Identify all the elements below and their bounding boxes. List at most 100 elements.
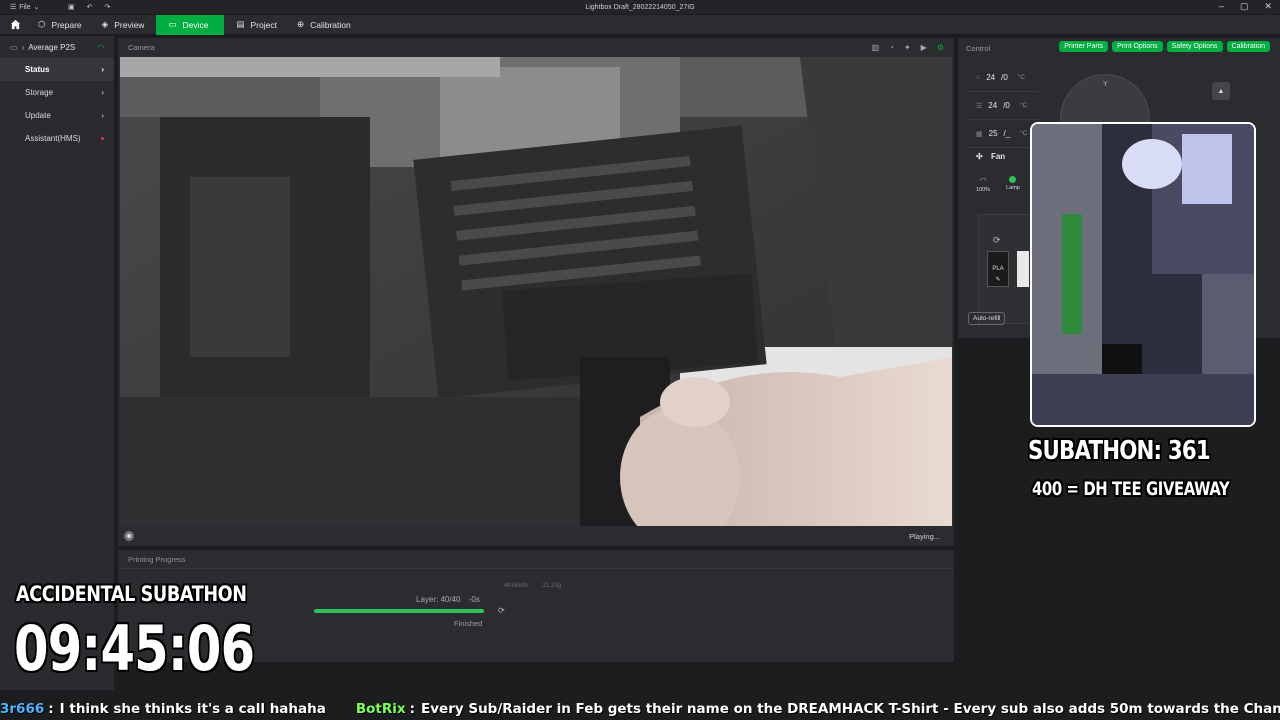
wifi-icon: ◠	[97, 42, 105, 52]
main-tabs: ⬡ Prepare ◈ Preview ▭ Device ▤ Project ⊕…	[0, 14, 1280, 35]
sd-card-icon[interactable]: ▥	[872, 43, 880, 52]
ams-slot-filament: PLA	[992, 266, 1004, 272]
chat-separator: :	[48, 700, 54, 717]
tab-preview[interactable]: ◈ Preview	[94, 15, 157, 35]
snapshot-button[interactable]	[124, 531, 134, 541]
chat-username: 3r666	[0, 700, 45, 717]
giveaway-goal: 400 = DH TEE GIVEAWAY	[1032, 478, 1230, 500]
lamp-label: Lamp	[1006, 185, 1020, 191]
chevron-right-icon: ›	[101, 65, 104, 74]
temp-target: /0	[1003, 101, 1010, 110]
light-icon[interactable]: ✦	[904, 43, 911, 52]
ams-slot-1[interactable]: PLA ✎	[987, 251, 1009, 287]
chevron-right-icon: ›	[21, 42, 25, 52]
cube-icon: ⬡	[38, 19, 46, 29]
layer-count: Layer: 40/40	[416, 595, 461, 604]
auto-refill-button[interactable]: Auto-refill	[968, 312, 1006, 325]
temp-target: /_	[1003, 129, 1011, 138]
nozzle-icon: ⌂	[976, 74, 981, 81]
tab-calibration[interactable]: ⊕ Calibration	[289, 15, 363, 35]
print-options-button[interactable]: Print Options	[1112, 41, 1163, 52]
progress-bar	[314, 609, 484, 613]
fan-speed: 100%	[976, 187, 991, 193]
part-fan[interactable]: ◠ 100%	[976, 176, 990, 193]
minimize-icon[interactable]: –	[1219, 1, 1224, 12]
temp-value: 24	[986, 73, 996, 82]
timelapse-icon[interactable]: ◔	[889, 43, 894, 52]
temp-target: /0	[1001, 73, 1008, 82]
printer-icon: ▭	[10, 42, 18, 52]
chat-separator: :	[409, 700, 416, 717]
ams-slot-2[interactable]	[1017, 251, 1029, 287]
sidebar-item-assistant[interactable]: Assistant(HMS)	[0, 127, 114, 150]
camera-feed-image	[120, 57, 952, 526]
tab-project[interactable]: ▤ Project	[228, 15, 289, 35]
z-up-button[interactable]: ▲	[1212, 82, 1230, 100]
tab-preview-label: Preview	[114, 19, 145, 30]
jog-y-up-icon: Y	[1103, 81, 1108, 88]
layer-indicator: Layer: 40/40 -0s	[416, 595, 480, 604]
record-icon[interactable]: ▶	[921, 43, 927, 52]
tab-prepare[interactable]: ⬡ Prepare	[30, 15, 94, 35]
print-status: Finished	[454, 619, 483, 628]
fan-section[interactable]: ✣ Fan	[976, 152, 1005, 161]
streamer-webcam	[1030, 122, 1256, 427]
edit-icon: ✎	[995, 277, 1001, 283]
fan-speed-icon: ◠	[979, 176, 987, 185]
progress-bar-fill	[314, 609, 484, 613]
menu-icon: ☰	[10, 4, 17, 11]
sidebar-item-label: Storage	[25, 88, 54, 97]
temp-value: 24	[988, 101, 998, 110]
bed-icon: ☰	[976, 102, 983, 110]
tab-project-label: Project	[250, 19, 277, 30]
safety-options-button[interactable]: Safety Options	[1166, 41, 1223, 52]
window-title: Lightbox Draft_28022214050_27IG	[585, 3, 695, 11]
temp-unit: °C	[1019, 102, 1028, 109]
save-icon[interactable]: ▣	[68, 3, 75, 11]
chat-ticker: 3r666 : I think she thinks it's a call h…	[0, 697, 1280, 720]
chamber-icon: ▦	[976, 130, 983, 138]
calibration-button[interactable]: Calibration	[1226, 41, 1270, 52]
maximize-icon[interactable]: ▢	[1240, 1, 1249, 12]
printer-selector[interactable]: ▭ › Average P2S ◠	[0, 36, 114, 58]
lamp-toggle[interactable]: Lamp	[1006, 176, 1020, 193]
bed-temp[interactable]: ☰ 24 /0 °C	[966, 92, 1038, 120]
print-time: 4h16m9s	[504, 583, 529, 589]
undo-icon[interactable]: ↶	[87, 3, 93, 11]
chamber-temp[interactable]: ▦ 25 /_ °C	[966, 120, 1038, 148]
sidebar-item-storage[interactable]: Storage ›	[0, 81, 114, 104]
camera-status: Playing...	[909, 531, 940, 541]
home-icon	[10, 19, 20, 30]
chat-username: BotRix	[355, 700, 406, 717]
temp-unit: °C	[1017, 74, 1026, 81]
nozzle-temp[interactable]: ⌂ 24 /0 °C	[966, 64, 1038, 92]
sidebar-item-status[interactable]: Status ›	[0, 58, 114, 81]
calibration-icon: ⊕	[296, 19, 305, 29]
fan-label: Fan	[990, 152, 1006, 161]
chat-message: Every Sub/Raider in Feb gets their name …	[421, 700, 1280, 717]
sidebar-item-update[interactable]: Update ›	[0, 104, 114, 127]
file-menu[interactable]: ☰ File ⌄	[0, 3, 60, 12]
ams-refresh-icon[interactable]: ⟳	[993, 235, 1001, 246]
temp-unit: °C	[1020, 130, 1028, 137]
printer-parts-button[interactable]: Printer Parts	[1059, 41, 1109, 52]
home-button[interactable]	[0, 15, 30, 35]
webcam-image	[1032, 124, 1254, 425]
device-icon: ▭	[168, 19, 177, 29]
sidebar-item-label: Status	[25, 65, 50, 74]
subathon-timer: 09:45:06	[14, 612, 255, 685]
close-icon[interactable]: ✕	[1264, 1, 1272, 12]
sidebar-item-label: Update	[25, 111, 51, 120]
chevron-down-icon: ⌄	[33, 4, 40, 11]
camera-title: Camera	[128, 42, 155, 52]
tab-device[interactable]: ▭ Device	[156, 14, 225, 35]
reprint-icon[interactable]: ⟳	[498, 606, 505, 615]
redo-icon[interactable]: ↷	[105, 3, 111, 11]
title-bar: ☰ File ⌄ ▣ ↶ ↷ Lightbox Draft_2802221405…	[0, 0, 1280, 14]
subathon-title: ACCIDENTAL SUBATHON	[16, 582, 247, 606]
tab-calibration-label: Calibration	[310, 19, 351, 30]
remaining-time: -0s	[468, 595, 480, 604]
settings-icon[interactable]: ⚙	[937, 43, 944, 52]
temp-value: 25	[988, 129, 998, 138]
tab-prepare-label: Prepare	[51, 19, 82, 30]
